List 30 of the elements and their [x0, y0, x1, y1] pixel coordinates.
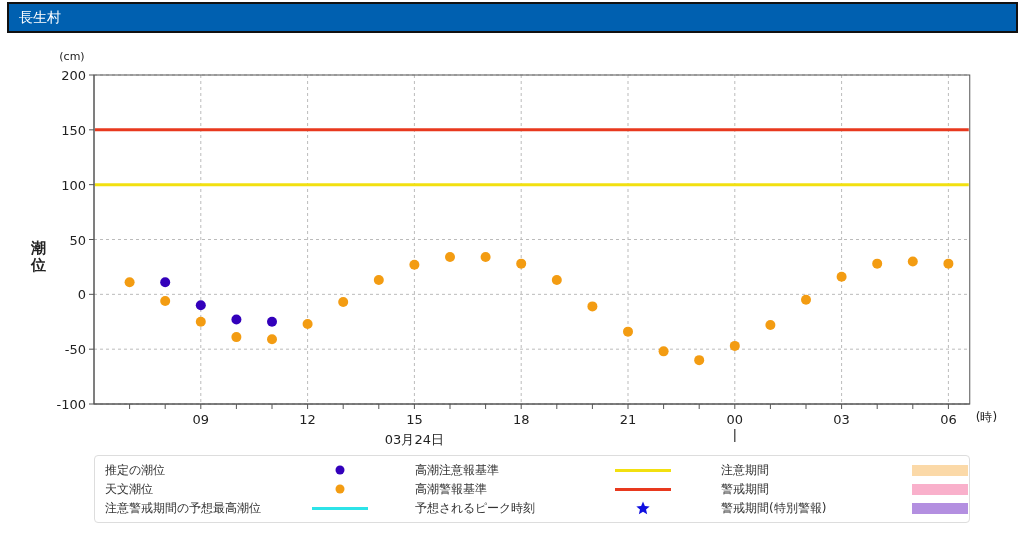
legend-label: 推定の潮位	[105, 461, 166, 479]
legend-label: 警戒期間(特別警報)	[720, 499, 828, 517]
y-tick-label: 100	[61, 177, 86, 193]
x-tick-label: 18	[512, 412, 530, 427]
legend-label: 予想されるピーク時刻	[414, 499, 536, 517]
x-tick-label: 12	[299, 412, 316, 427]
x-tick-label: 06	[940, 412, 957, 427]
x-unit-label: (時)	[975, 410, 998, 424]
x-tick-label: 03	[833, 412, 850, 427]
legend-label: 注意警戒期間の予想最高潮位	[105, 499, 262, 517]
legend-label: 高潮警報基準	[414, 480, 488, 498]
y-tick-label: 200	[61, 68, 86, 83]
y-tick-label: 0	[77, 287, 86, 303]
legend-label: 警戒期間	[720, 480, 770, 498]
y-tick-label: -50	[64, 342, 86, 358]
date-label: 03月24日	[384, 432, 444, 447]
legend-label: 注意期間	[720, 461, 770, 479]
day-boundary-mark	[734, 428, 736, 443]
x-tick-label: 21	[619, 412, 637, 427]
x-tick-label: 15	[406, 412, 423, 427]
y-tick-label: 150	[61, 122, 86, 138]
x-tick-label: 09	[192, 412, 210, 427]
y-tick-label: 50	[69, 232, 86, 248]
legend-label: 高潮注意報基準	[414, 461, 500, 479]
x-tick-label: 00	[726, 412, 744, 427]
legend-label: 天文潮位	[105, 480, 154, 498]
y-tick-label: -100	[56, 397, 86, 412]
y-axis-title: 潮位	[31, 240, 46, 273]
y-unit-label: (cm)	[59, 50, 85, 63]
header-title: 長生村	[7, 2, 1018, 33]
